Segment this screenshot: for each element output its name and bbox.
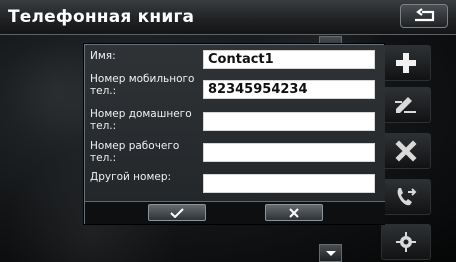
settings-button[interactable] <box>381 224 431 260</box>
gear-icon <box>396 232 416 252</box>
scroll-down-button[interactable] <box>319 244 342 262</box>
mobile-number-label: Номер мобильного тел.: <box>90 73 195 97</box>
home-number-field[interactable] <box>203 112 375 131</box>
edit-contact-button[interactable] <box>381 87 431 123</box>
dialog-button-bar <box>85 201 385 224</box>
delete-icon <box>395 140 417 162</box>
back-arrow-icon <box>415 8 435 22</box>
call-forward-button[interactable] <box>381 179 431 215</box>
work-number-label: Номер рабочего тел.: <box>90 140 180 164</box>
edit-icon <box>395 97 416 113</box>
check-icon <box>170 207 184 218</box>
page-title: Телефонная книга <box>8 7 195 27</box>
add-contact-button[interactable] <box>381 45 431 81</box>
phonebook-screen: Телефонная книга Имя: Contact1 Номер моб… <box>0 0 456 262</box>
confirm-button[interactable] <box>148 204 206 221</box>
name-label: Имя: <box>90 50 116 62</box>
mobile-number-field[interactable]: 82345954234 <box>203 80 375 99</box>
title-bar: Телефонная книга <box>0 0 456 35</box>
cancel-button[interactable] <box>265 204 323 221</box>
back-button[interactable] <box>400 4 448 28</box>
delete-contact-button[interactable] <box>381 133 431 169</box>
home-number-label: Номер домашнего тел.: <box>90 108 192 132</box>
name-field[interactable]: Contact1 <box>203 50 375 69</box>
plus-icon <box>396 53 416 73</box>
contact-form: Имя: Contact1 Номер мобильного тел.: 823… <box>85 45 385 201</box>
other-number-field[interactable] <box>203 174 375 193</box>
phone-forward-icon <box>397 188 417 206</box>
other-number-label: Другой номер: <box>90 171 172 183</box>
x-icon <box>289 207 299 218</box>
contact-edit-dialog: Имя: Contact1 Номер мобильного тел.: 823… <box>84 44 385 224</box>
work-number-field[interactable] <box>203 143 375 162</box>
chevron-down-icon <box>326 251 336 256</box>
